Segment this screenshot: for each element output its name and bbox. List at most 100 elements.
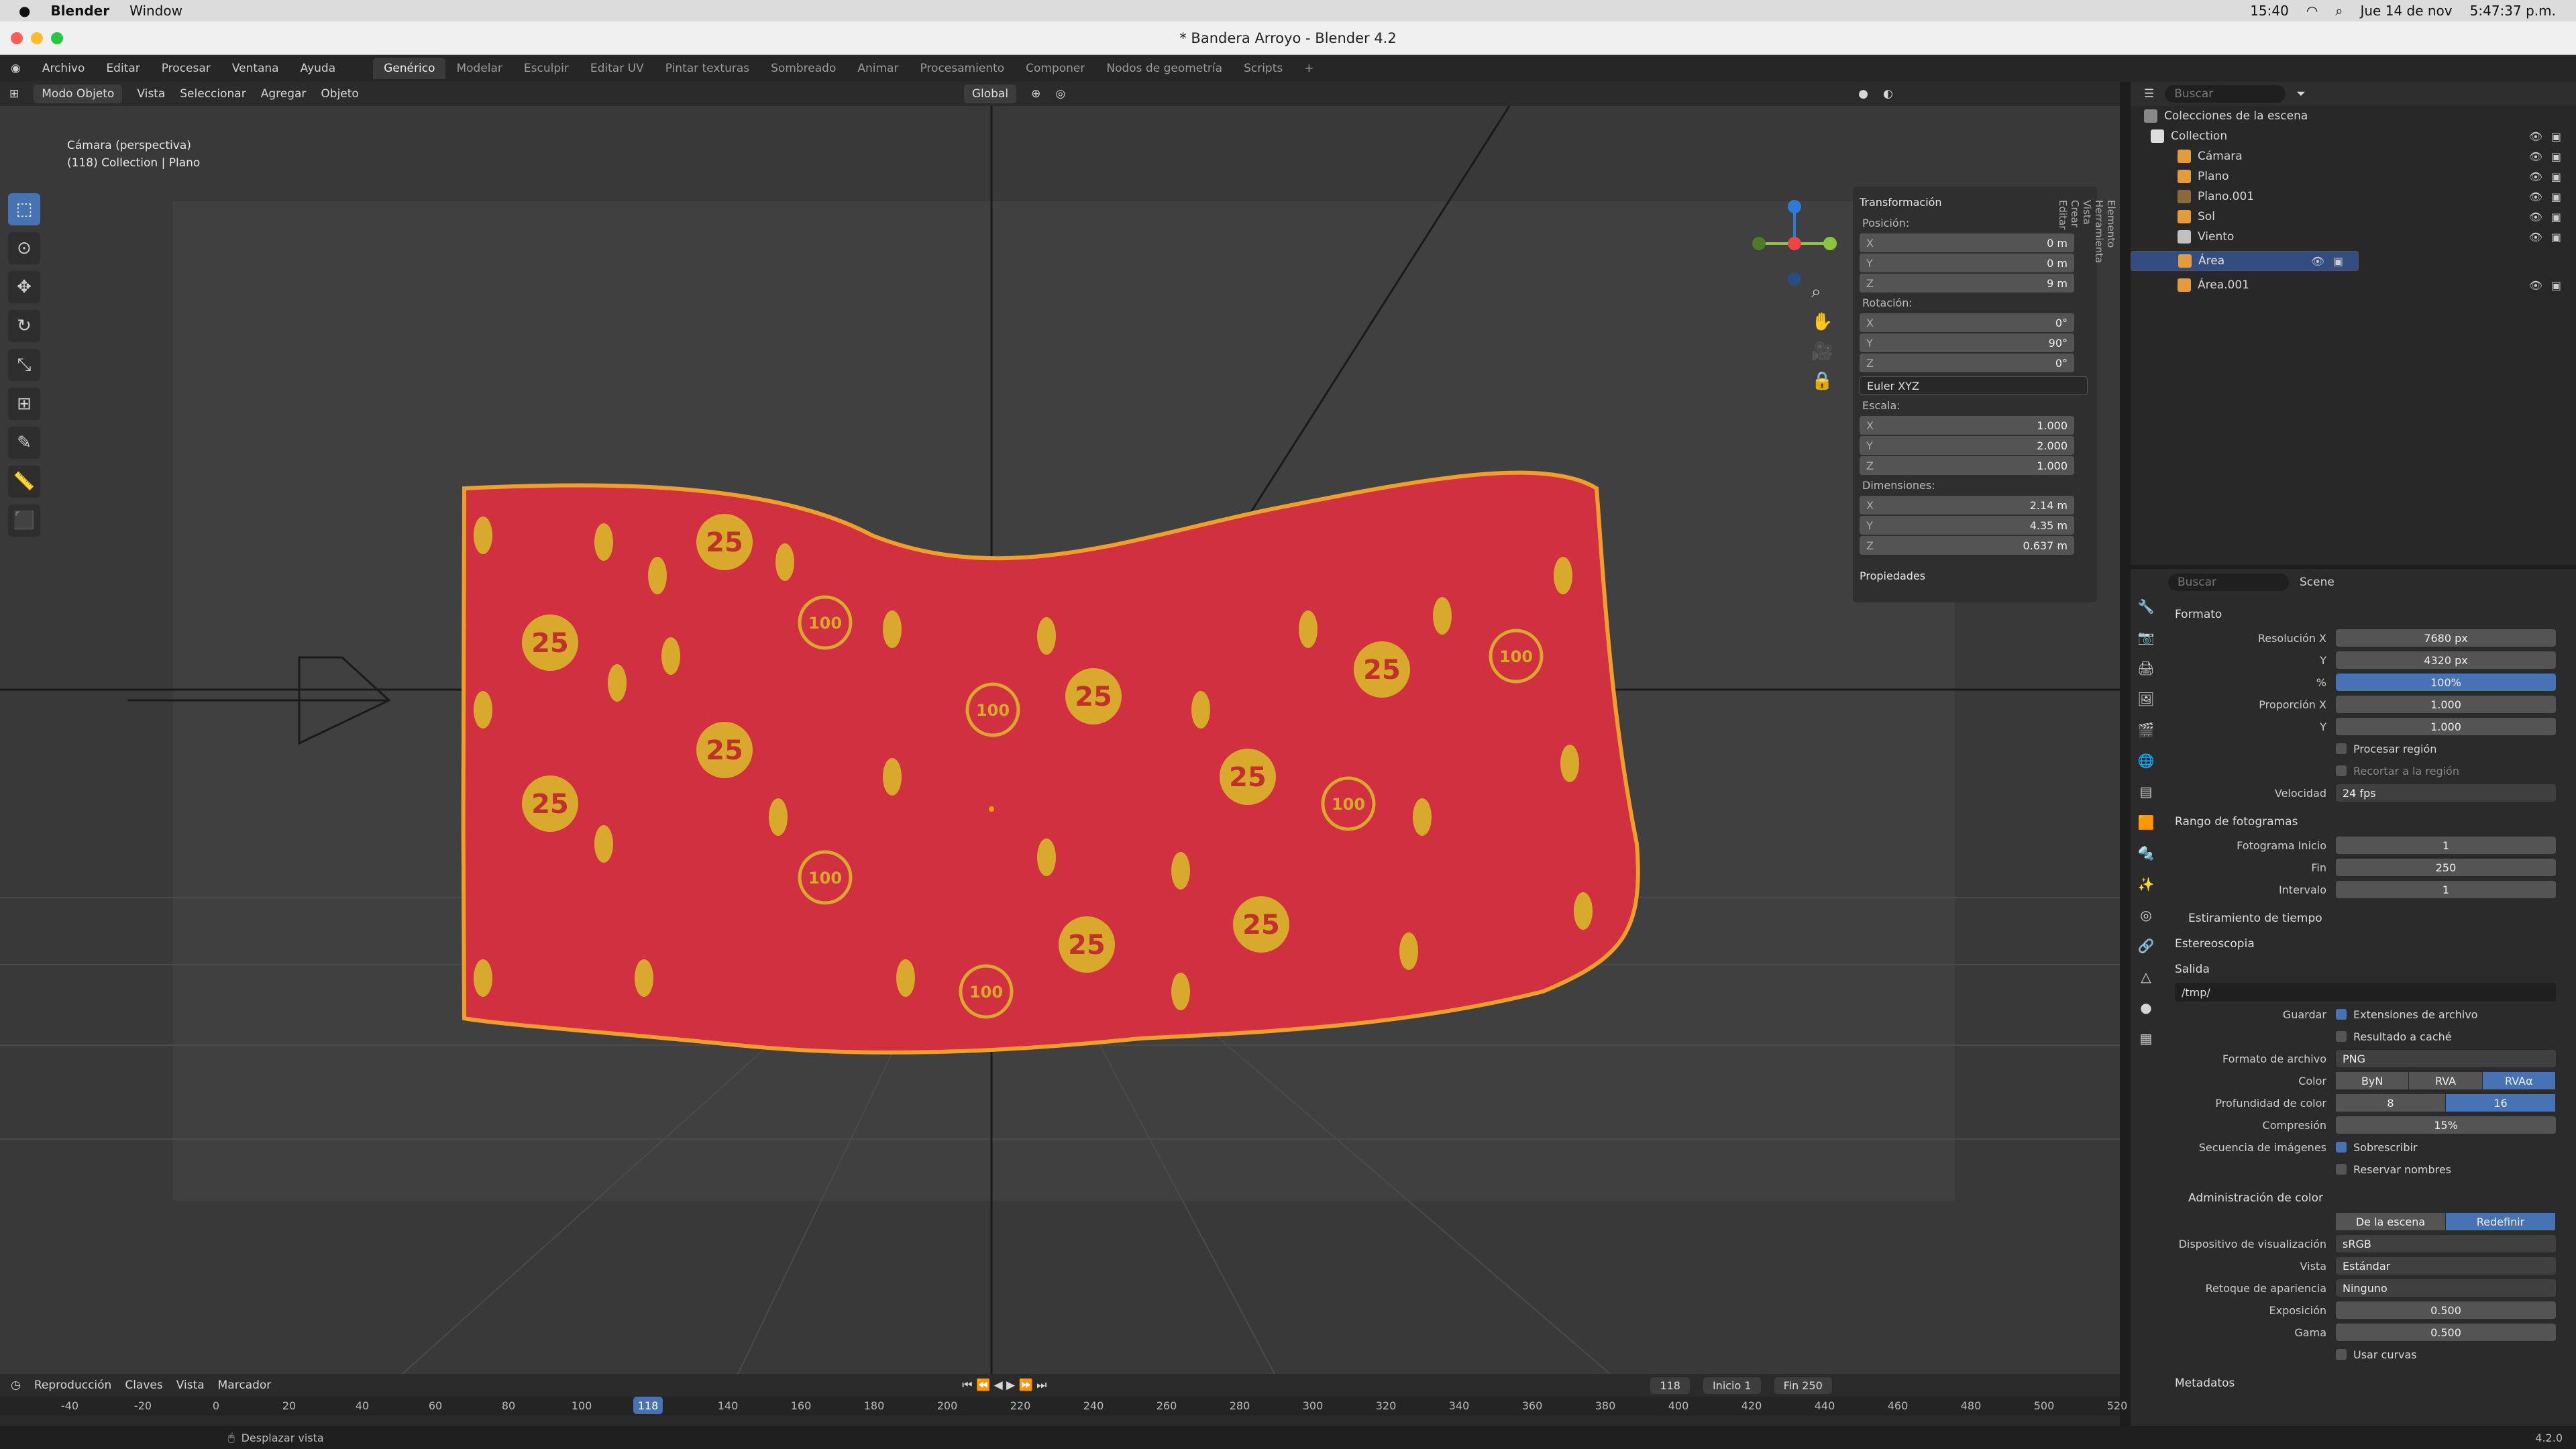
rotate-tool-icon[interactable]: ↻ — [8, 310, 40, 342]
snap-icon[interactable]: ⊕ — [1031, 87, 1040, 101]
eye-icon[interactable]: 👁 — [2529, 130, 2542, 143]
use-curves-checkbox[interactable] — [2336, 1349, 2347, 1360]
menu-editar[interactable]: Editar — [95, 62, 150, 75]
mac-window-menu[interactable]: Window — [129, 3, 182, 19]
object-tab-icon[interactable]: 🟧 — [2138, 814, 2155, 830]
material-tab-icon[interactable]: ● — [2140, 1000, 2151, 1016]
menu-ventana[interactable]: Ventana — [221, 62, 290, 75]
depth-16-option[interactable]: 16 — [2446, 1094, 2556, 1112]
world-tab-icon[interactable]: 🌐 — [2138, 753, 2155, 769]
outliner-item[interactable]: Cámara 👁 ▣ — [2131, 146, 2576, 166]
tab-pintar-texturas[interactable]: Pintar texturas — [655, 58, 760, 79]
outliner-item[interactable]: Plano 👁 ▣ — [2131, 166, 2576, 186]
frame-step-field[interactable]: 1 — [2336, 881, 2556, 898]
eye-icon[interactable]: 👁 — [2529, 211, 2542, 223]
timeline-ruler[interactable]: -40 -20 0 20 40 60 80 100 140 160 180 200 220 240 260 2… — [0, 1397, 2127, 1415]
playhead[interactable]: 118 — [633, 1397, 663, 1414]
modifier-tab-icon[interactable]: 🔩 — [2138, 845, 2155, 861]
close-window-button[interactable] — [11, 32, 23, 44]
look-dropdown[interactable]: Ninguno — [2336, 1279, 2556, 1297]
placeholders-checkbox[interactable] — [2336, 1164, 2347, 1175]
format-panel-header[interactable]: Formato — [2175, 608, 2571, 621]
aspect-y-field[interactable]: 1.000 — [2336, 718, 2556, 735]
collection-row[interactable]: Collection 👁 ▣ — [2131, 126, 2576, 146]
render-tab-icon[interactable]: 📷 — [2138, 629, 2155, 645]
wifi-icon[interactable]: ◠ — [2306, 3, 2318, 19]
move-tool-icon[interactable]: ✥ — [8, 271, 40, 303]
frame-end-field[interactable]: 250 — [2336, 859, 2556, 876]
vp-menu-agregar[interactable]: Agregar — [261, 87, 307, 101]
start-frame-field[interactable]: Inicio 1 — [1703, 1377, 1761, 1394]
render-region-checkbox[interactable] — [2336, 743, 2347, 754]
tl-menu-claves[interactable]: Claves — [125, 1379, 162, 1392]
depth-8-option[interactable]: 8 — [2336, 1094, 2446, 1112]
metadata-panel-header[interactable]: Metadatos — [2175, 1377, 2571, 1390]
outliner-item[interactable]: Área.001 👁 ▣ — [2131, 275, 2576, 295]
rotation-x-field[interactable]: X 0° — [1860, 313, 2074, 332]
menu-procesar[interactable]: Procesar — [151, 62, 221, 75]
scale-tool-icon[interactable]: ⤡ — [8, 349, 40, 381]
render-camera-icon[interactable]: ▣ — [2551, 130, 2561, 143]
stereoscopy-panel-header[interactable]: Estereoscopia — [2175, 937, 2571, 951]
tab-esculpir[interactable]: Esculpir — [513, 58, 580, 79]
scene-collection-row[interactable]: Colecciones de la escena — [2131, 106, 2576, 126]
render-camera-icon[interactable]: ▣ — [2551, 231, 2561, 244]
zoom-window-button[interactable] — [51, 32, 63, 44]
outliner-item[interactable]: Área 👁 ▣ — [2131, 251, 2359, 271]
gamma-field[interactable]: 0.500 — [2336, 1324, 2556, 1341]
add-cube-tool-icon[interactable]: ⬛ — [8, 504, 40, 537]
orientation-dropdown[interactable]: Global — [963, 85, 1017, 103]
search-icon[interactable]: ⌕ — [2335, 3, 2343, 19]
frame-start-field[interactable]: 1 — [2336, 837, 2556, 854]
vp-menu-vista[interactable]: Vista — [137, 87, 165, 101]
scale-y-field[interactable]: Y 2.000 — [1860, 436, 2074, 455]
zoom-icon[interactable]: ⌕ — [1811, 282, 1833, 303]
display-device-dropdown[interactable]: sRGB — [2336, 1235, 2556, 1252]
mac-app-name[interactable]: Blender — [50, 3, 109, 19]
tab-crear[interactable]: Crear — [2069, 200, 2081, 263]
playback-controls[interactable]: ⏮ ⏪ ◀ ▶ ⏩ ⏭ — [962, 1379, 1046, 1392]
resolution-percent-field[interactable]: 100% — [2336, 674, 2556, 691]
file-extensions-checkbox[interactable] — [2336, 1009, 2347, 1020]
outliner-editor-icon[interactable]: ☰ — [2144, 87, 2154, 101]
dimension-y-field[interactable]: Y 4.35 m — [1860, 516, 2074, 535]
tab-animar[interactable]: Animar — [847, 58, 909, 79]
outliner-item[interactable]: Sol 👁 ▣ — [2131, 207, 2576, 227]
cursor-tool-icon[interactable]: ⊙ — [8, 232, 40, 264]
menu-ayuda[interactable]: Ayuda — [290, 62, 347, 75]
output-tab-icon[interactable]: 🖨 — [2137, 660, 2154, 676]
tl-menu-reproduccion[interactable]: Reproducción — [34, 1379, 111, 1392]
resolution-x-field[interactable]: 7680 px — [2336, 629, 2556, 647]
fps-dropdown[interactable]: 24 fps — [2336, 784, 2556, 802]
apple-icon[interactable]: ● — [19, 3, 30, 19]
cache-result-checkbox[interactable] — [2336, 1031, 2347, 1042]
tab-herramienta[interactable]: Herramienta — [2093, 200, 2105, 263]
3d-viewport[interactable]: 25 25 25 25 25 25 25 25 25 100 100 100 1… — [0, 106, 2120, 1374]
camera-view-icon[interactable]: 🎥 — [1811, 341, 1833, 362]
transform-tool-icon[interactable]: ⊞ — [8, 388, 40, 420]
scale-x-field[interactable]: X 1.000 — [1860, 416, 2074, 435]
blender-logo-icon[interactable]: ◉ — [0, 62, 32, 75]
tab-nodos-geometria[interactable]: Nodos de geometría — [1095, 58, 1233, 79]
constraints-tab-icon[interactable]: 🔗 — [2138, 938, 2155, 954]
tab-scripts[interactable]: Scripts — [1233, 58, 1293, 79]
mac-date[interactable]: Jue 14 de nov — [2360, 3, 2452, 19]
follow-scene-option[interactable]: De la escena — [2336, 1213, 2446, 1230]
render-camera-icon[interactable]: ▣ — [2551, 191, 2561, 203]
exposure-field[interactable]: 0.500 — [2336, 1301, 2556, 1319]
render-camera-icon[interactable]: ▣ — [2551, 279, 2561, 292]
location-x-field[interactable]: X0 m — [1860, 233, 2074, 252]
texture-tab-icon[interactable]: ▦ — [2140, 1030, 2153, 1046]
collection-tab-icon[interactable]: ▤ — [2140, 784, 2153, 800]
vp-menu-seleccionar[interactable]: Seleccionar — [180, 87, 246, 101]
eye-icon[interactable]: 👁 — [2529, 231, 2542, 244]
properties-subpanel[interactable]: Propiedades — [1860, 570, 2090, 582]
timeline-editor-icon[interactable]: ◷ — [11, 1379, 21, 1392]
tab-componer[interactable]: Componer — [1015, 58, 1095, 79]
eye-icon[interactable]: 👁 — [2311, 255, 2324, 268]
color-bw-option[interactable]: ByN — [2336, 1072, 2410, 1089]
time-stretch-subpanel[interactable]: Estiramiento de tiempo — [2188, 912, 2571, 925]
properties-search-input[interactable]: Buscar — [2168, 574, 2289, 591]
end-frame-field[interactable]: Fin 250 — [1774, 1377, 1832, 1394]
crop-region-checkbox[interactable] — [2336, 765, 2347, 776]
